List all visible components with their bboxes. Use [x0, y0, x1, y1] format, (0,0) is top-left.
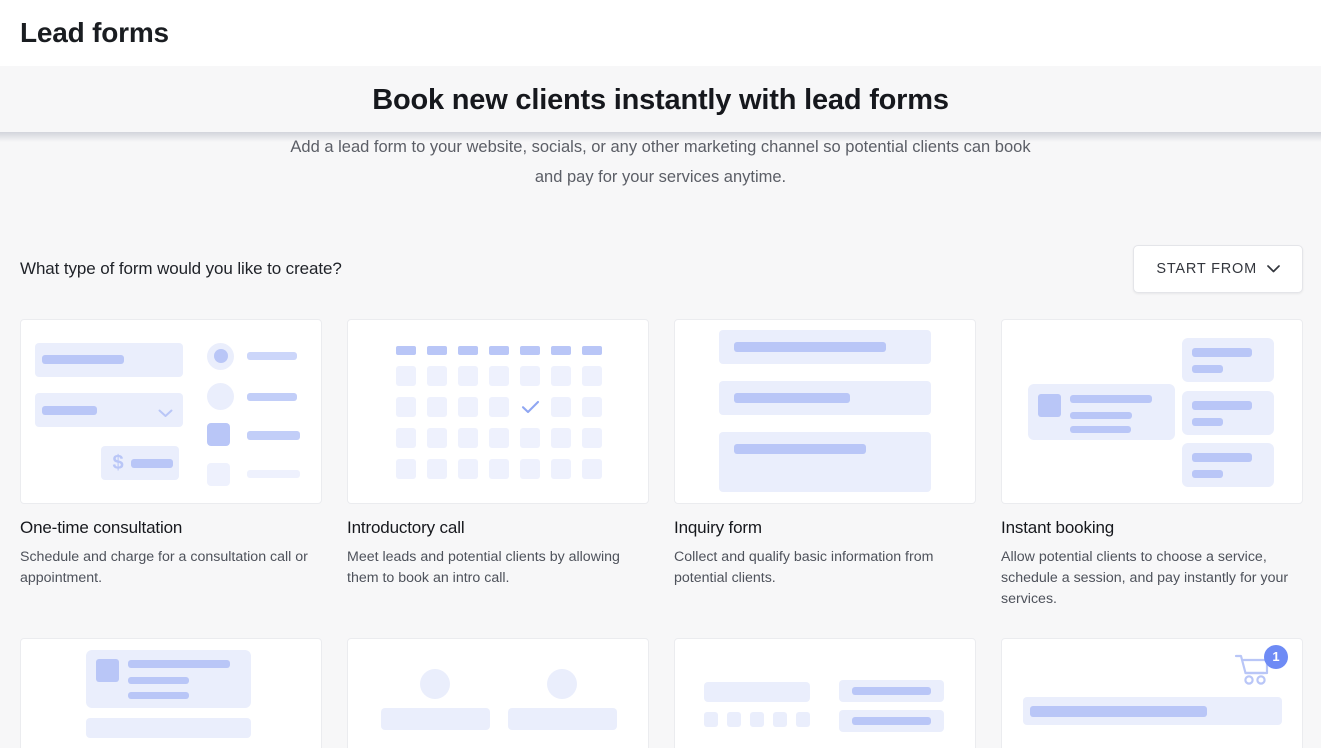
- template-thumbnail: 1: [1001, 637, 1303, 748]
- template-card-description: Allow potential clients to choose a serv…: [1001, 548, 1289, 607]
- template-card-partial-2[interactable]: [347, 637, 649, 748]
- cart-badge: 1: [1264, 644, 1288, 669]
- app-header: Lead forms: [0, 0, 1321, 66]
- chevron-down-icon: [158, 405, 173, 423]
- hero-section: Book new clients instantly with lead for…: [0, 66, 1321, 193]
- avatar: [420, 668, 450, 699]
- start-from-label: START FROM: [1156, 260, 1257, 277]
- template-card-one-time-consultation[interactable]: $ One-time consultation Schedule and cha…: [20, 318, 322, 610]
- avatar: [547, 668, 577, 699]
- template-card-partial-1[interactable]: [20, 637, 322, 748]
- template-thumbnail: [1001, 318, 1303, 504]
- template-thumbnail: $: [20, 318, 322, 504]
- template-thumbnail: [347, 318, 649, 504]
- calendar-grid: [396, 345, 602, 490]
- template-card-description: Meet leads and potential clients by allo…: [347, 548, 620, 586]
- dollar-icon: $: [112, 451, 124, 474]
- page-title: Lead forms: [20, 17, 169, 48]
- page-body: Book new clients instantly with lead for…: [0, 66, 1321, 748]
- template-thumbnail: [674, 637, 976, 748]
- template-card-partial-4[interactable]: 1: [1001, 637, 1303, 748]
- form-type-prompt-row: What type of form would you like to crea…: [0, 244, 1321, 293]
- form-type-question: What type of form would you like to crea…: [20, 258, 342, 278]
- template-card-title: Inquiry form: [674, 517, 762, 537]
- form-template-grid: $ One-time consultation Schedule and cha…: [0, 318, 1321, 748]
- start-from-button[interactable]: START FROM: [1133, 244, 1303, 293]
- template-card-title: One-time consultation: [20, 517, 183, 537]
- check-icon: [520, 397, 540, 417]
- chevron-down-icon: [1267, 260, 1280, 278]
- template-thumbnail: [674, 318, 976, 504]
- template-thumbnail: [347, 637, 649, 748]
- template-card-partial-3[interactable]: [674, 637, 976, 748]
- template-card-inquiry-form[interactable]: Inquiry form Collect and qualify basic i…: [674, 318, 976, 610]
- template-card-title: Introductory call: [347, 517, 465, 537]
- template-card-description: Schedule and charge for a consultation c…: [20, 548, 308, 586]
- template-thumbnail: [20, 637, 322, 748]
- template-card-description: Collect and qualify basic information fr…: [674, 548, 934, 586]
- template-card-title: Instant booking: [1001, 517, 1115, 537]
- header-shadow: [0, 132, 1321, 142]
- hero-title: Book new clients instantly with lead for…: [372, 84, 949, 116]
- template-card-instant-booking[interactable]: Instant booking Allow potential clients …: [1001, 318, 1303, 610]
- template-card-introductory-call[interactable]: Introductory call Meet leads and potenti…: [347, 318, 649, 610]
